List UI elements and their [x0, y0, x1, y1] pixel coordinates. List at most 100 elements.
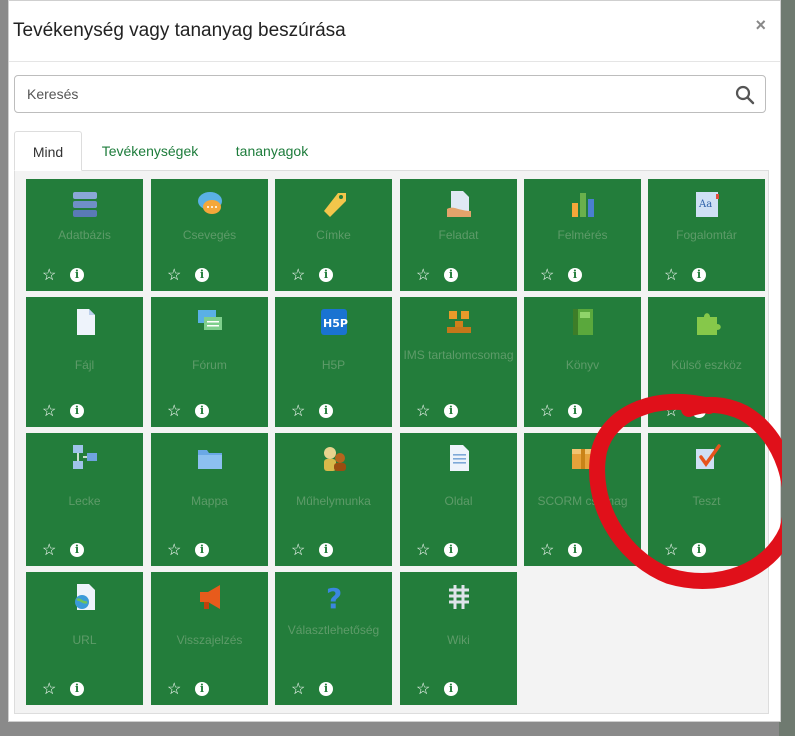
- workshop-icon: [323, 447, 346, 471]
- activity-tile-h5p[interactable]: H5P H5P ☆ i: [275, 297, 392, 427]
- info-icon[interactable]: i: [319, 543, 333, 557]
- tile-label: Mappa: [191, 494, 228, 508]
- info-icon[interactable]: i: [444, 268, 458, 282]
- info-icon[interactable]: i: [444, 543, 458, 557]
- tiles-panel: Adatbázis ☆ i Csevegés ☆ i Címke ☆ i Feladat ☆ i Fel…: [14, 170, 769, 714]
- activity-tile-wiki[interactable]: Wiki ☆ i: [400, 572, 517, 705]
- tile-label: URL: [72, 633, 97, 647]
- star-icon[interactable]: ☆: [416, 403, 430, 421]
- tile-actions: ☆ i: [275, 403, 392, 421]
- activity-tile-megaphone[interactable]: Visszajelzés ☆ i: [151, 572, 268, 705]
- tab-all[interactable]: Mind: [14, 131, 82, 171]
- puzzle-icon: [696, 313, 721, 335]
- star-icon[interactable]: ☆: [167, 267, 181, 285]
- star-icon[interactable]: ☆: [291, 681, 305, 699]
- star-icon[interactable]: ☆: [664, 403, 678, 421]
- tile-actions: ☆ i: [275, 267, 392, 285]
- star-icon[interactable]: ☆: [664, 267, 678, 285]
- tile-label: Lecke: [68, 494, 101, 508]
- activity-tile-survey[interactable]: Felmérés ☆ i: [524, 179, 641, 291]
- info-icon[interactable]: i: [70, 543, 84, 557]
- info-icon[interactable]: i: [568, 404, 582, 418]
- tile-actions: ☆ i: [648, 542, 765, 560]
- activity-tile-assignment[interactable]: Feladat ☆ i: [400, 179, 517, 291]
- activity-tile-scorm[interactable]: SCORM csomag ☆ i: [524, 433, 641, 566]
- activity-tile-puzzle[interactable]: Külső eszköz ☆ i: [648, 297, 765, 427]
- activity-tile-page[interactable]: Oldal ☆ i: [400, 433, 517, 566]
- activity-tile-database[interactable]: Adatbázis ☆ i: [26, 179, 143, 291]
- tile-label: Visszajelzés: [176, 633, 243, 647]
- book-icon: [572, 309, 593, 335]
- glossary-icon: Aa: [695, 192, 719, 217]
- star-icon[interactable]: ☆: [167, 542, 181, 560]
- activity-tile-file[interactable]: Fájl ☆ i: [26, 297, 143, 427]
- info-icon[interactable]: i: [195, 268, 209, 282]
- info-icon[interactable]: i: [319, 682, 333, 696]
- tile-label: Külső eszköz: [671, 358, 742, 372]
- star-icon[interactable]: ☆: [42, 681, 56, 699]
- star-icon[interactable]: ☆: [540, 267, 554, 285]
- activity-tile-folder[interactable]: Mappa ☆ i: [151, 433, 268, 566]
- activity-tile-url[interactable]: URL ☆ i: [26, 572, 143, 705]
- activity-tile-quiz[interactable]: Teszt ☆ i: [648, 433, 765, 566]
- star-icon[interactable]: ☆: [42, 542, 56, 560]
- activity-tile-workshop[interactable]: Műhelymunka ☆ i: [275, 433, 392, 566]
- star-icon[interactable]: ☆: [416, 542, 430, 560]
- info-icon[interactable]: i: [195, 404, 209, 418]
- tab-activities[interactable]: Tevékenységek: [90, 131, 210, 171]
- tile-label: Teszt: [692, 494, 721, 508]
- tile-label: IMS tartalomcsomag: [403, 348, 514, 362]
- tab-resources[interactable]: tananyagok: [226, 131, 318, 171]
- star-icon[interactable]: ☆: [167, 681, 181, 699]
- info-icon[interactable]: i: [319, 268, 333, 282]
- star-icon[interactable]: ☆: [291, 267, 305, 285]
- star-icon[interactable]: ☆: [291, 403, 305, 421]
- tile-actions: ☆ i: [400, 542, 517, 560]
- ims-package-icon: [446, 311, 471, 333]
- info-icon[interactable]: i: [692, 543, 706, 557]
- tile-actions: ☆ i: [648, 403, 765, 421]
- tile-label: Műhelymunka: [296, 494, 371, 508]
- survey-icon: [571, 193, 594, 217]
- info-icon[interactable]: i: [568, 543, 582, 557]
- info-icon[interactable]: i: [70, 682, 84, 696]
- info-icon[interactable]: i: [195, 682, 209, 696]
- star-icon[interactable]: ☆: [664, 542, 678, 560]
- star-icon[interactable]: ☆: [540, 542, 554, 560]
- tile-label: Csevegés: [182, 228, 237, 242]
- activity-tile-book[interactable]: Könyv ☆ i: [524, 297, 641, 427]
- activity-tile-label[interactable]: Címke ☆ i: [275, 179, 392, 291]
- activity-tile-forum[interactable]: Fórum ☆ i: [151, 297, 268, 427]
- activity-tile-glossary[interactable]: Aa Fogalomtár ☆ i: [648, 179, 765, 291]
- star-icon[interactable]: ☆: [416, 681, 430, 699]
- tile-label: Címke: [316, 228, 351, 242]
- star-icon[interactable]: ☆: [42, 403, 56, 421]
- star-icon[interactable]: ☆: [416, 267, 430, 285]
- lesson-icon: [72, 445, 97, 469]
- info-icon[interactable]: i: [70, 404, 84, 418]
- info-icon[interactable]: i: [195, 543, 209, 557]
- tile-actions: ☆ i: [400, 403, 517, 421]
- page-icon: [449, 445, 469, 471]
- info-icon[interactable]: i: [319, 404, 333, 418]
- activity-tile-chat[interactable]: Csevegés ☆ i: [151, 179, 268, 291]
- info-icon[interactable]: i: [692, 404, 706, 418]
- activity-tile-lesson[interactable]: Lecke ☆ i: [26, 433, 143, 566]
- info-icon[interactable]: i: [444, 682, 458, 696]
- info-icon[interactable]: i: [70, 268, 84, 282]
- info-icon[interactable]: i: [692, 268, 706, 282]
- star-icon[interactable]: ☆: [42, 267, 56, 285]
- activity-tile-question[interactable]: ? Választlehetőség ☆ i: [275, 572, 392, 705]
- close-button[interactable]: ×: [755, 15, 766, 36]
- activity-tile-ims-package[interactable]: IMS tartalomcsomag ☆ i: [400, 297, 517, 427]
- info-icon[interactable]: i: [444, 404, 458, 418]
- info-icon[interactable]: i: [568, 268, 582, 282]
- star-icon[interactable]: ☆: [291, 542, 305, 560]
- search-icon[interactable]: [735, 85, 755, 105]
- search-input[interactable]: [15, 76, 727, 112]
- star-icon[interactable]: ☆: [540, 403, 554, 421]
- chat-icon: [197, 192, 222, 214]
- label-icon: [323, 193, 346, 217]
- tile-label: Adatbázis: [58, 228, 111, 242]
- star-icon[interactable]: ☆: [167, 403, 181, 421]
